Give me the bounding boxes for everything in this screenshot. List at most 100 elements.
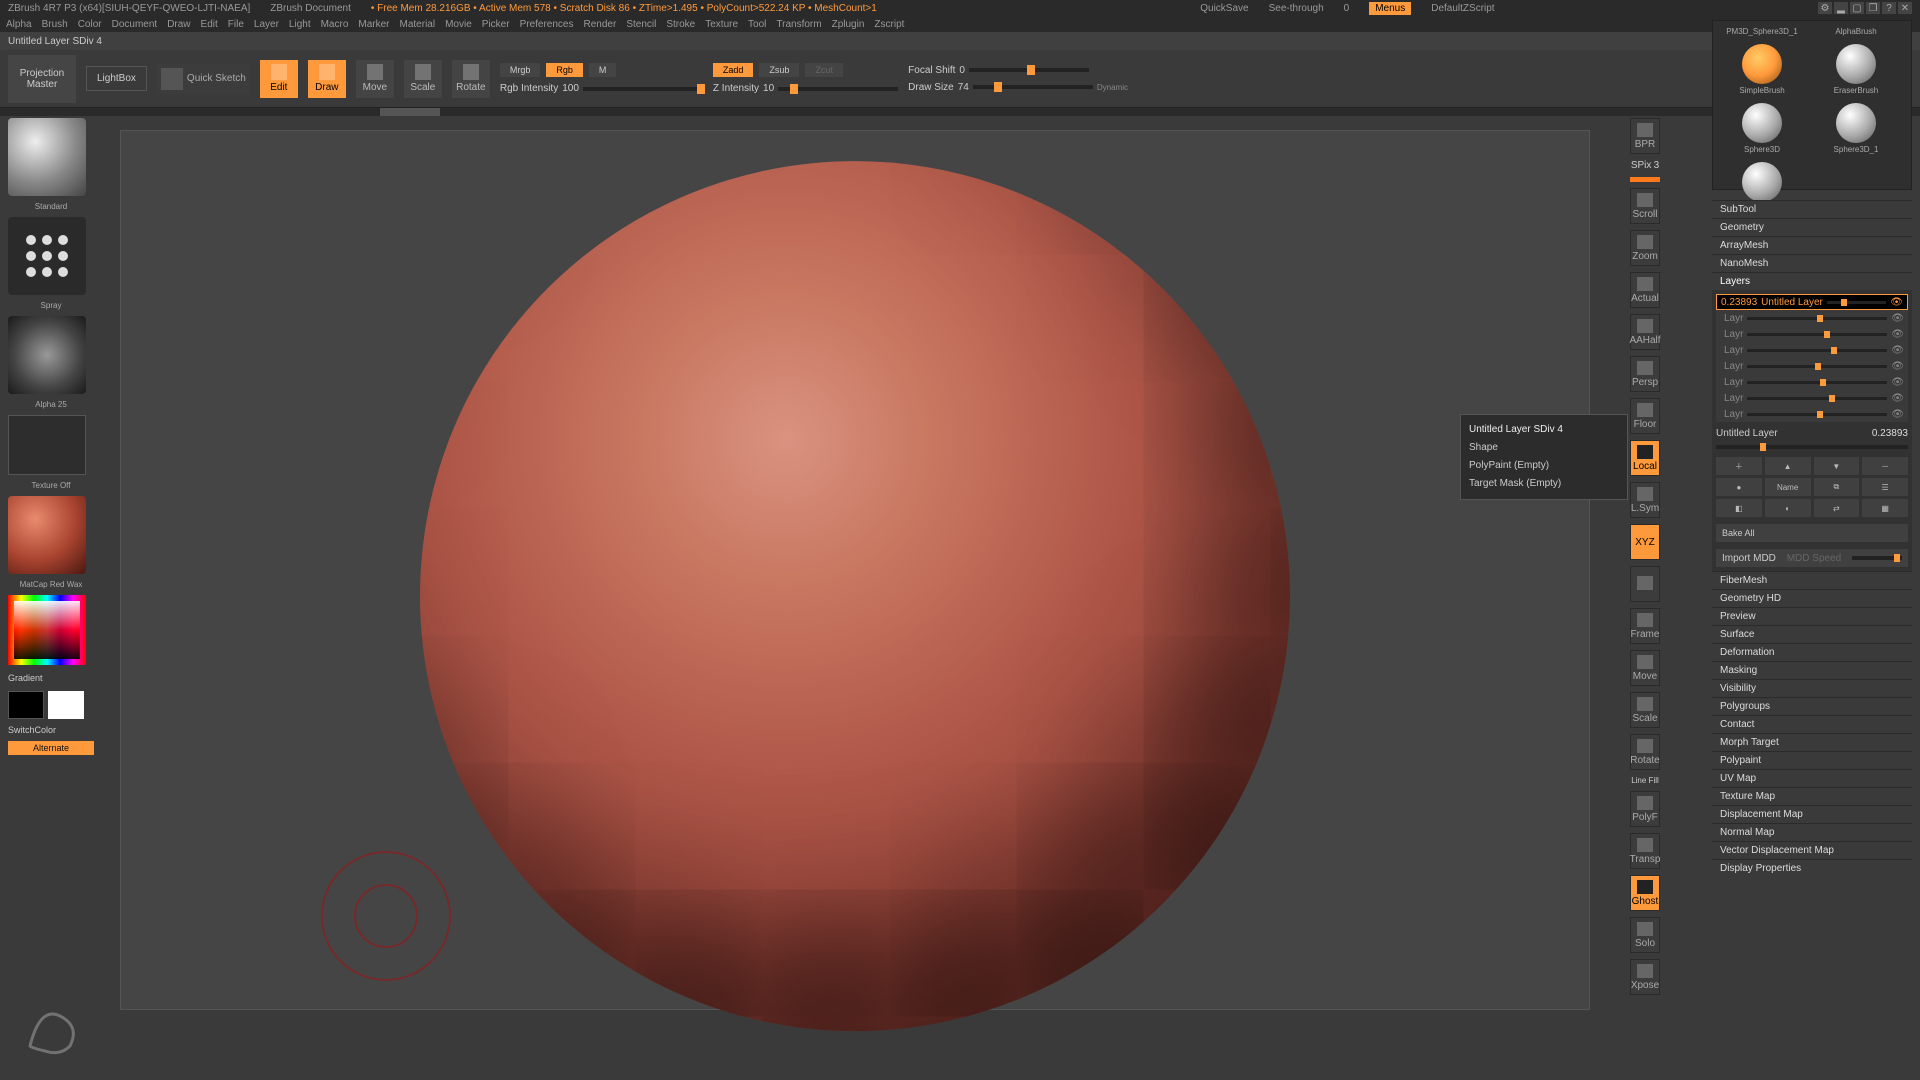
window-restore-icon[interactable]: ❐ bbox=[1866, 2, 1880, 14]
zsub-button[interactable]: Zsub bbox=[759, 63, 799, 77]
layer-row-slider[interactable] bbox=[1747, 381, 1887, 384]
section-contact[interactable]: Contact bbox=[1712, 715, 1912, 733]
layer-row-slider[interactable] bbox=[1747, 317, 1887, 320]
section-geometryhd[interactable]: Geometry HD bbox=[1712, 589, 1912, 607]
menu-document[interactable]: Document bbox=[112, 19, 158, 30]
local-button[interactable]: Local bbox=[1630, 440, 1660, 476]
move-mode-button[interactable]: Move bbox=[356, 60, 394, 98]
texture-thumbnail[interactable] bbox=[8, 415, 86, 475]
menu-render[interactable]: Render bbox=[584, 19, 617, 30]
nav-move-button[interactable]: Move bbox=[1630, 650, 1660, 686]
lightbox-button[interactable]: LightBox bbox=[86, 66, 147, 91]
layer-row-slider[interactable] bbox=[1747, 413, 1887, 416]
layer-rec-button[interactable]: ● bbox=[1716, 478, 1762, 496]
ghost-button[interactable]: Ghost bbox=[1630, 875, 1660, 911]
layer-merge-button[interactable]: ☰ bbox=[1862, 478, 1908, 496]
section-arraymesh[interactable]: ArrayMesh bbox=[1712, 236, 1912, 254]
section-vectordisplacementmap[interactable]: Vector Displacement Map bbox=[1712, 841, 1912, 859]
primary-color-swatch[interactable] bbox=[48, 691, 84, 719]
xpose-button[interactable]: Xpose bbox=[1630, 959, 1660, 995]
section-texturemap[interactable]: Texture Map bbox=[1712, 787, 1912, 805]
zoom-button[interactable]: Zoom bbox=[1630, 230, 1660, 266]
layer-row[interactable]: Layr 👁 bbox=[1716, 390, 1908, 406]
menu-draw[interactable]: Draw bbox=[167, 19, 190, 30]
menu-material[interactable]: Material bbox=[400, 19, 436, 30]
nav-scale-button[interactable]: Scale bbox=[1630, 692, 1660, 728]
material-thumbnail[interactable] bbox=[8, 496, 86, 574]
rgb-button[interactable]: Rgb bbox=[546, 63, 583, 77]
section-polygroups[interactable]: Polygroups bbox=[1712, 697, 1912, 715]
section-normalmap[interactable]: Normal Map bbox=[1712, 823, 1912, 841]
window-help-icon[interactable]: ? bbox=[1882, 2, 1896, 14]
menu-file[interactable]: File bbox=[228, 19, 244, 30]
secondary-color-swatch[interactable] bbox=[8, 691, 44, 719]
section-visibility[interactable]: Visibility bbox=[1712, 679, 1912, 697]
import-mdd-button[interactable]: Import MDD MDD Speed bbox=[1716, 549, 1908, 567]
simplebrush-item[interactable]: SimpleBrush bbox=[1719, 44, 1805, 95]
layer-row[interactable]: Layr 👁 bbox=[1716, 342, 1908, 358]
projection-master-button[interactable]: Projection Master bbox=[8, 55, 76, 103]
menus-button[interactable]: Menus bbox=[1369, 2, 1411, 15]
switchcolor-button[interactable]: SwitchColor bbox=[8, 725, 94, 735]
layer-flip-button[interactable]: ⇄ bbox=[1814, 499, 1860, 517]
menu-zplugin[interactable]: Zplugin bbox=[832, 19, 865, 30]
stroke-thumbnail[interactable] bbox=[8, 217, 86, 295]
scale-mode-button[interactable]: Scale bbox=[404, 60, 442, 98]
menu-brush[interactable]: Brush bbox=[42, 19, 68, 30]
sculpt-mesh[interactable] bbox=[420, 161, 1290, 1031]
window-config-icon[interactable]: ⚙ bbox=[1818, 2, 1832, 14]
layer-row-slider[interactable] bbox=[1747, 397, 1887, 400]
window-min-icon[interactable]: ▂ bbox=[1834, 2, 1848, 14]
polyf-button[interactable]: PolyF bbox=[1630, 791, 1660, 827]
draw-mode-button[interactable]: Draw bbox=[308, 60, 346, 98]
scroll-button[interactable]: Scroll bbox=[1630, 188, 1660, 224]
window-close-icon[interactable]: ✕ bbox=[1898, 2, 1912, 14]
transp-button[interactable]: Transp bbox=[1630, 833, 1660, 869]
focal-shift-slider[interactable] bbox=[969, 68, 1089, 72]
bake-all-button[interactable]: Bake All bbox=[1716, 524, 1908, 542]
menu-transform[interactable]: Transform bbox=[776, 19, 821, 30]
menu-tool[interactable]: Tool bbox=[748, 19, 766, 30]
menu-edit[interactable]: Edit bbox=[201, 19, 218, 30]
quicksave-button[interactable]: QuickSave bbox=[1200, 3, 1248, 14]
section-polypaint[interactable]: Polypaint bbox=[1712, 751, 1912, 769]
layer-row-slider[interactable] bbox=[1827, 301, 1886, 304]
menu-zscript[interactable]: Zscript bbox=[874, 19, 904, 30]
menu-marker[interactable]: Marker bbox=[358, 19, 389, 30]
section-deformation[interactable]: Deformation bbox=[1712, 643, 1912, 661]
edit-mode-button[interactable]: Edit bbox=[260, 60, 298, 98]
aahalf-button[interactable]: AAHalf bbox=[1630, 314, 1660, 350]
layer-row[interactable]: 0.23893 Untitled Layer 👁 bbox=[1716, 294, 1908, 310]
color-picker[interactable] bbox=[8, 595, 86, 665]
draw-size-slider[interactable] bbox=[973, 85, 1093, 89]
rotate-mode-button[interactable]: Rotate bbox=[452, 60, 490, 98]
menu-movie[interactable]: Movie bbox=[445, 19, 472, 30]
section-displacementmap[interactable]: Displacement Map bbox=[1712, 805, 1912, 823]
section-geometry[interactable]: Geometry bbox=[1712, 218, 1912, 236]
layer-split-button[interactable]: ◧ bbox=[1716, 499, 1762, 517]
lsym-button[interactable]: L.Sym bbox=[1630, 482, 1660, 518]
xyz-button[interactable]: XYZ bbox=[1630, 524, 1660, 560]
layer-dup-button[interactable]: ⧉ bbox=[1814, 478, 1860, 496]
layer-eye-icon[interactable]: 👁 bbox=[1891, 393, 1904, 404]
brush-thumbnail[interactable] bbox=[8, 118, 86, 196]
menu-stroke[interactable]: Stroke bbox=[666, 19, 695, 30]
menu-texture[interactable]: Texture bbox=[705, 19, 738, 30]
zcut-button[interactable]: Zcut bbox=[805, 63, 843, 77]
menu-macro[interactable]: Macro bbox=[321, 19, 349, 30]
layer-new-button[interactable]: ＋ bbox=[1716, 457, 1762, 475]
layer-eye-icon[interactable]: 👁 bbox=[1891, 409, 1904, 420]
layer-row-slider[interactable] bbox=[1747, 333, 1887, 336]
section-displayproperties[interactable]: Display Properties bbox=[1712, 859, 1912, 877]
layer-row-slider[interactable] bbox=[1747, 365, 1887, 368]
layer-name-button[interactable]: Name bbox=[1765, 478, 1811, 496]
center-button[interactable] bbox=[1630, 566, 1660, 602]
layer-eye-icon[interactable]: 👁 bbox=[1891, 377, 1904, 388]
layer-extra-button[interactable]: ▦ bbox=[1862, 499, 1908, 517]
alternate-button[interactable]: Alternate bbox=[8, 741, 94, 755]
layer-delete-button[interactable]: － bbox=[1862, 457, 1908, 475]
layer-row[interactable]: Layr 👁 bbox=[1716, 326, 1908, 342]
menu-alpha[interactable]: Alpha bbox=[6, 19, 32, 30]
actual-button[interactable]: Actual bbox=[1630, 272, 1660, 308]
layer-down-button[interactable]: ▼ bbox=[1814, 457, 1860, 475]
